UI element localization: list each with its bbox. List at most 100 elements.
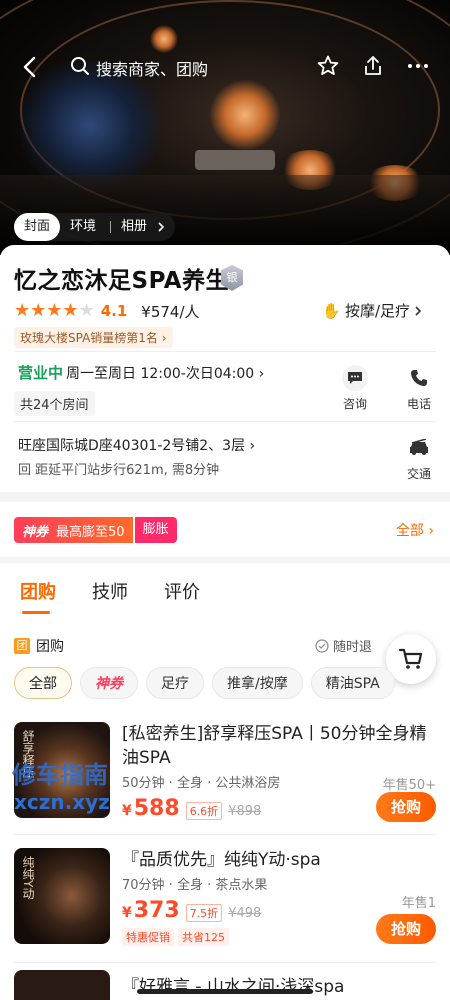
discount-badge: 6.6折 bbox=[185, 802, 223, 820]
metro-label: 距延平门站步行621m, 需8分钟 bbox=[35, 463, 220, 478]
coupon-all-link[interactable]: 全部 › bbox=[396, 520, 434, 540]
hero-tab-album[interactable]: 相册 bbox=[111, 213, 157, 241]
deal-title: 『品质优先』纯纯Y动·spa bbox=[122, 850, 321, 870]
coupon-all-label: 全部 bbox=[395, 523, 424, 539]
category-link[interactable]: ✋ 按摩/足疗 bbox=[322, 300, 422, 321]
hours-label: 周一至周日 12:00-次日04:00 bbox=[66, 366, 255, 382]
section-gap bbox=[0, 557, 450, 563]
group-buy-title: 团购 bbox=[36, 639, 64, 655]
buy-button[interactable]: 抢购 bbox=[376, 792, 436, 822]
chevron-right-icon bbox=[158, 222, 165, 232]
shop-info-card: 忆之恋沐足SPA养生 银 ★ ★ ★ ★ ★ 4.1 ¥574/人 ✋ 按摩/足… bbox=[0, 245, 450, 495]
deal-meta: 70分钟 · 全身 · 茶点水果 bbox=[122, 878, 268, 893]
deal-sold: 年售50+ bbox=[382, 778, 436, 793]
deal-thumbnail bbox=[14, 970, 110, 1000]
currency: ¥ bbox=[122, 803, 132, 819]
hero-tab-environment[interactable]: 环境 bbox=[60, 213, 106, 241]
star-icon: ★ bbox=[62, 300, 79, 321]
business-status: 营业中 bbox=[18, 364, 64, 382]
deal-tags: 特惠促销 共省125 bbox=[122, 928, 229, 946]
chat-icon bbox=[342, 365, 368, 391]
check-circle-icon bbox=[315, 638, 329, 653]
refund-policy: 随时退 bbox=[315, 636, 372, 655]
coupon-brand: 神券 bbox=[22, 524, 49, 540]
divider bbox=[14, 421, 436, 422]
rating-score: 4.1 bbox=[100, 302, 128, 320]
top-bar: 搜索商家、团购 bbox=[0, 48, 450, 88]
original-price: ¥498 bbox=[228, 906, 262, 921]
search-icon bbox=[70, 56, 90, 80]
deal-tag: 共省125 bbox=[178, 928, 229, 946]
consult-button[interactable]: 咨询 bbox=[335, 365, 375, 412]
traffic-button[interactable]: 交通 bbox=[399, 435, 439, 482]
hero-tab-cover[interactable]: 封面 bbox=[14, 213, 61, 241]
price-value: 588 bbox=[133, 796, 180, 821]
currency: ¥ bbox=[122, 905, 132, 921]
coupon-main: 神券 最高膨至50 bbox=[14, 517, 133, 543]
search-bar[interactable]: 搜索商家、团购 bbox=[70, 56, 208, 80]
deal-price: ¥ 588 6.6折 ¥898 bbox=[122, 796, 261, 821]
deal-tag: 特惠促销 bbox=[122, 928, 174, 946]
filter-coupon[interactable]: 神券 bbox=[80, 667, 138, 699]
watermark-url: xczn.xyz bbox=[14, 790, 110, 814]
deal-thumb-text: 纯纯Y动 bbox=[21, 856, 35, 900]
tab-technicians[interactable]: 技师 bbox=[92, 578, 128, 604]
deal-item[interactable]: 『好雅言 - 山水之间·浅深spa bbox=[14, 970, 436, 1000]
coupon-banner[interactable]: 神券 最高膨至50 膨胀 bbox=[14, 516, 177, 544]
tab-group-buy[interactable]: 团购 bbox=[20, 578, 56, 614]
phone-icon bbox=[406, 365, 432, 391]
home-indicator bbox=[137, 989, 313, 994]
refund-label: 随时退 bbox=[333, 640, 373, 655]
deal-item[interactable]: 纯纯Y动 『品质优先』纯纯Y动·spa 70分钟 · 全身 · 茶点水果 年售1… bbox=[14, 848, 436, 958]
filter-massage[interactable]: 推拿/按摩 bbox=[212, 667, 303, 699]
rating-row: ★ ★ ★ ★ ★ 4.1 ¥574/人 ✋ 按摩/足疗 bbox=[14, 300, 436, 322]
star-icon: ★ bbox=[14, 300, 31, 321]
shop-name: 忆之恋沐足SPA养生 bbox=[14, 268, 230, 294]
filter-foot[interactable]: 足疗 bbox=[146, 667, 204, 699]
deal-title: [私密养生]舒享释压SPA丨50分钟全身精油SPA bbox=[122, 724, 427, 768]
main-tabs: 团购 技师 评价 bbox=[20, 578, 200, 614]
deal-sold: 年售1 bbox=[401, 896, 436, 911]
coupon-text: 最高膨至50 bbox=[56, 524, 125, 540]
divider bbox=[14, 962, 436, 963]
tab-reviews[interactable]: 评价 bbox=[164, 578, 200, 604]
filter-all[interactable]: 全部 bbox=[14, 667, 72, 699]
star-icon: ★ bbox=[30, 300, 47, 321]
favorite-star-icon[interactable] bbox=[316, 54, 340, 78]
business-hours[interactable]: 周一至周日 12:00-次日04:00 › bbox=[66, 363, 264, 383]
more-icon[interactable] bbox=[406, 54, 430, 78]
buy-button[interactable]: 抢购 bbox=[376, 914, 436, 944]
car-icon bbox=[406, 435, 432, 461]
avg-price: ¥574/人 bbox=[141, 302, 200, 321]
chevron-right-icon bbox=[415, 305, 422, 316]
discount-badge: 7.5折 bbox=[185, 904, 223, 922]
watermark-text: 修车指南 bbox=[12, 761, 108, 789]
search-placeholder: 搜索商家、团购 bbox=[96, 60, 209, 79]
hero-lamp bbox=[210, 80, 280, 150]
phone-button[interactable]: 电话 bbox=[399, 365, 439, 412]
divider bbox=[14, 351, 436, 352]
filter-spa[interactable]: 精油SPA bbox=[310, 667, 395, 699]
filter-chips: 全部 神券 足疗 推拿/按摩 精油SPA bbox=[14, 667, 395, 699]
rank-tag[interactable]: 玫瑰大楼SPA销量榜第1名 › bbox=[14, 327, 173, 348]
deal-meta: 50分钟 · 全身 · 公共淋浴房 bbox=[122, 776, 281, 791]
group-buy-icon: 团 bbox=[14, 638, 30, 654]
star-icon: ★ bbox=[46, 300, 63, 321]
original-price: ¥898 bbox=[228, 804, 262, 819]
deal-thumbnail: 纯纯Y动 bbox=[14, 848, 110, 944]
deal-price: ¥ 373 7.5折 ¥498 bbox=[122, 898, 261, 923]
consult-label: 咨询 bbox=[342, 397, 367, 411]
address[interactable]: 旺座国际城D座40301-2号铺2、3层 › bbox=[18, 435, 255, 455]
hero-image[interactable]: 搜索商家、团购 封面 环境 相册 bbox=[0, 0, 450, 255]
price-value: 373 bbox=[133, 898, 180, 923]
category-label: 按摩/足疗 bbox=[344, 302, 410, 320]
phone-label: 电话 bbox=[406, 397, 431, 411]
group-buy-header: 团 团购 bbox=[14, 636, 64, 656]
section-gap bbox=[0, 492, 450, 502]
share-icon[interactable] bbox=[361, 54, 385, 78]
address-label: 旺座国际城D座40301-2号铺2、3层 bbox=[18, 438, 246, 454]
metro-info: 回 距延平门站步行621m, 需8分钟 bbox=[18, 459, 219, 478]
rank-tag-label: 玫瑰大楼SPA销量榜第1名 bbox=[20, 331, 158, 345]
back-icon[interactable] bbox=[18, 52, 42, 82]
hero-tabs: 封面 环境 相册 bbox=[14, 213, 176, 241]
